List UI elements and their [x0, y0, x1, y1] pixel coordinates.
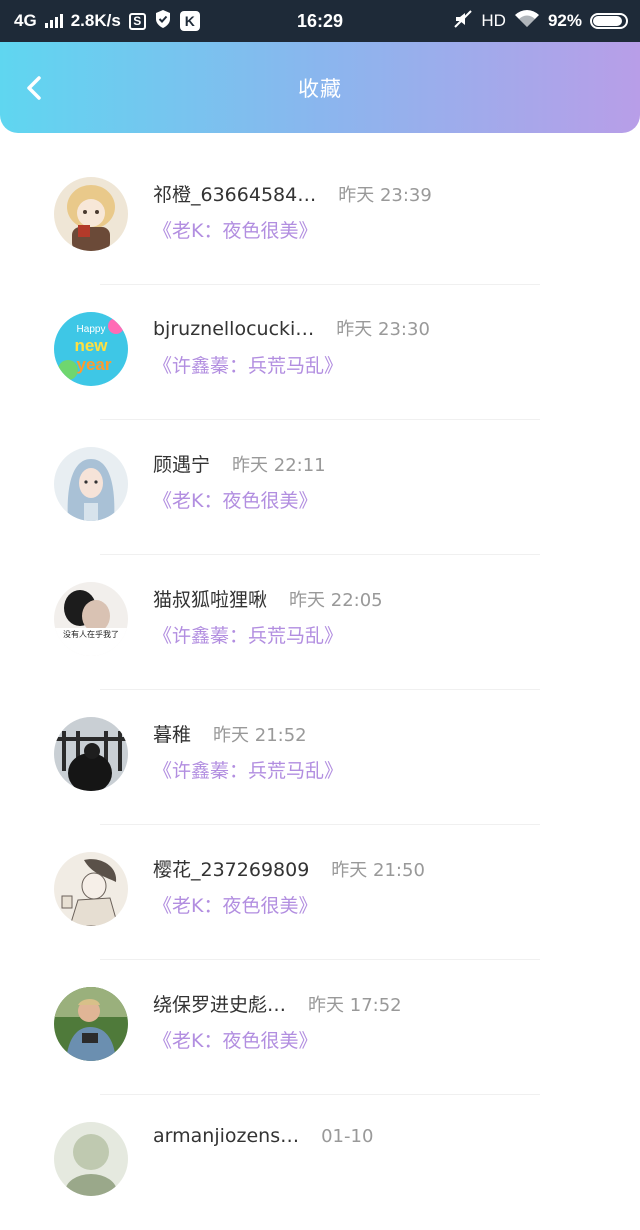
list-item[interactable]: 没有人在乎我了 猫叔狐啦狸啾 昨天 22:05 《许鑫蓁：兵荒马乱》	[0, 555, 640, 690]
new-year-mid-text: new	[74, 336, 108, 355]
avatar[interactable]	[54, 447, 128, 521]
list-item[interactable]: 顾遇宁 昨天 22:11 《老K：夜色很美》	[0, 420, 640, 555]
user-name[interactable]: 樱花_237269809	[153, 855, 309, 882]
favorited-work[interactable]: 《老K：夜色很美》	[153, 1026, 317, 1053]
user-name[interactable]: 绕保罗进史彪…	[153, 990, 286, 1017]
timestamp: 01-10	[321, 1126, 374, 1147]
network-type: 4G	[14, 11, 37, 30]
network-speed: 2.8K/s	[70, 11, 121, 30]
wifi-icon	[514, 9, 540, 34]
status-bar: 4G 2.8K/s S K 16:29 HD 92%	[0, 0, 640, 42]
battery-percent: 92%	[547, 11, 582, 30]
user-name[interactable]: bjruznellocucki…	[153, 318, 314, 340]
timestamp: 昨天 22:11	[232, 455, 326, 476]
avatar[interactable]	[54, 987, 128, 1061]
chevron-left-icon	[27, 76, 41, 100]
signal-icon	[44, 14, 63, 28]
s-badge-icon: S	[128, 12, 146, 30]
list-item[interactable]: 祁橙_63664584… 昨天 23:39 《老K：夜色很美》	[0, 150, 640, 285]
list-item[interactable]: 暮稚 昨天 21:52 《许鑫蓁：兵荒马乱》	[0, 690, 640, 825]
timestamp: 昨天 22:05	[289, 590, 383, 611]
user-name[interactable]: armanjiozens…	[153, 1125, 299, 1147]
user-name[interactable]: 猫叔狐啦狸啾	[153, 585, 267, 612]
avatar[interactable]	[54, 717, 128, 791]
clock: 16:29	[296, 10, 344, 31]
hd-label: HD	[481, 11, 506, 30]
avatar-caption-text: 没有人在乎我了	[63, 629, 119, 639]
avatar[interactable]	[54, 852, 128, 926]
favorited-work[interactable]: 《老K：夜色很美》	[153, 891, 317, 918]
header-bar: 收藏	[0, 42, 640, 133]
avatar[interactable]	[54, 177, 128, 251]
favorited-work[interactable]: 《老K：夜色很美》	[153, 216, 317, 243]
list-item[interactable]: armanjiozens… 01-10	[0, 1095, 640, 1230]
k-app-icon: K	[179, 11, 200, 31]
favorited-work[interactable]: 《许鑫蓁：兵荒马乱》	[153, 756, 343, 783]
mute-icon	[453, 9, 473, 34]
user-name[interactable]: 顾遇宁	[153, 450, 210, 477]
back-button[interactable]	[16, 70, 52, 106]
timestamp: 昨天 23:30	[336, 319, 430, 340]
user-name[interactable]: 暮稚	[153, 720, 191, 747]
new-year-bottom-text: year	[77, 355, 112, 374]
list-item[interactable]: 绕保罗进史彪… 昨天 17:52 《老K：夜色很美》	[0, 960, 640, 1095]
favorited-work[interactable]: 《许鑫蓁：兵荒马乱》	[153, 351, 343, 378]
timestamp: 昨天 21:52	[213, 725, 307, 746]
favorited-work[interactable]: 《老K：夜色很美》	[153, 486, 317, 513]
timestamp: 昨天 17:52	[308, 995, 402, 1016]
list-item[interactable]: Happy new year bjruznellocucki… 昨天 23:30…	[0, 285, 640, 420]
avatar[interactable]: Happy new year	[54, 312, 128, 386]
page-title: 收藏	[298, 76, 342, 101]
timestamp: 昨天 23:39	[338, 185, 432, 206]
user-name[interactable]: 祁橙_63664584…	[153, 180, 316, 207]
favorited-work[interactable]: 《许鑫蓁：兵荒马乱》	[153, 621, 343, 648]
new-year-top-text: Happy	[77, 324, 106, 335]
shield-icon	[154, 9, 172, 34]
list-item[interactable]: 樱花_237269809 昨天 21:50 《老K：夜色很美》	[0, 825, 640, 960]
timestamp: 昨天 21:50	[331, 860, 425, 881]
battery-icon	[590, 13, 628, 29]
favorites-list: 祁橙_63664584… 昨天 23:39 《老K：夜色很美》 Happy ne…	[0, 150, 640, 1230]
avatar[interactable]: 没有人在乎我了	[54, 582, 128, 656]
avatar[interactable]	[54, 1122, 128, 1196]
